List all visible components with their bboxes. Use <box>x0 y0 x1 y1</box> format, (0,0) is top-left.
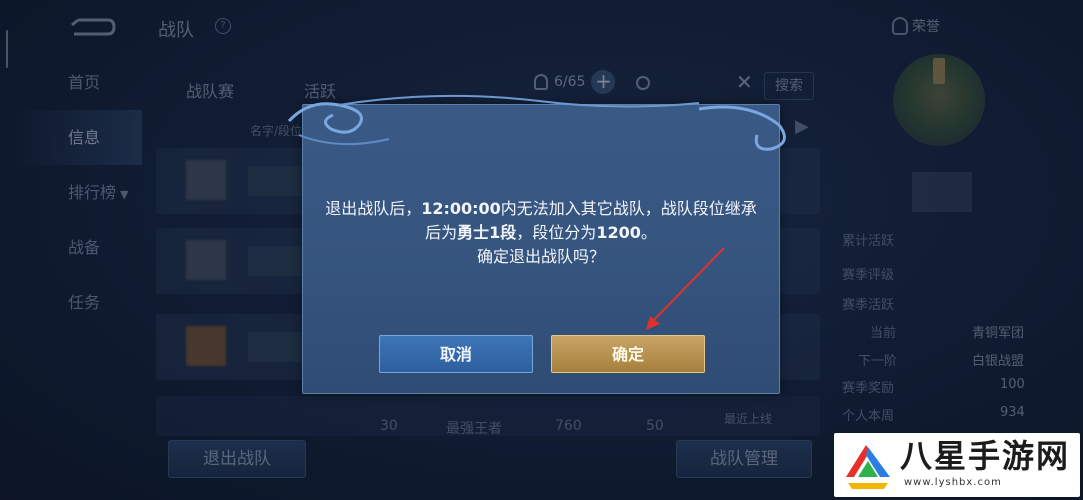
dialog-message: 退出战队后，12:00:00内无法加入其它战队，战队段位继承后为勇士1段，段位分… <box>321 197 761 269</box>
confirm-button[interactable]: 确定 <box>551 335 705 373</box>
cancel-button[interactable]: 取消 <box>379 335 533 373</box>
message-time: 12:00:00 <box>421 199 501 218</box>
watermark: 八星手游网 www.lyshbx.com <box>834 433 1080 497</box>
watermark-name: 八星手游网 <box>900 437 1071 475</box>
watermark-url: www.lyshbx.com <box>904 477 1002 488</box>
message-text: ，段位分为 <box>516 223 597 242</box>
message-text: 。 <box>640 223 657 242</box>
cloud-ornament-icon <box>287 94 786 151</box>
watermark-logo-icon <box>846 445 890 489</box>
confirm-dialog: 退出战队后，12:00:00内无法加入其它战队，战队段位继承后为勇士1段，段位分… <box>287 94 786 394</box>
message-text: 退出战队后， <box>325 199 422 218</box>
message-points: 1200 <box>596 223 641 242</box>
dialog-question: 确定退出战队吗？ <box>476 247 605 266</box>
message-rank: 勇士1段 <box>457 223 517 242</box>
